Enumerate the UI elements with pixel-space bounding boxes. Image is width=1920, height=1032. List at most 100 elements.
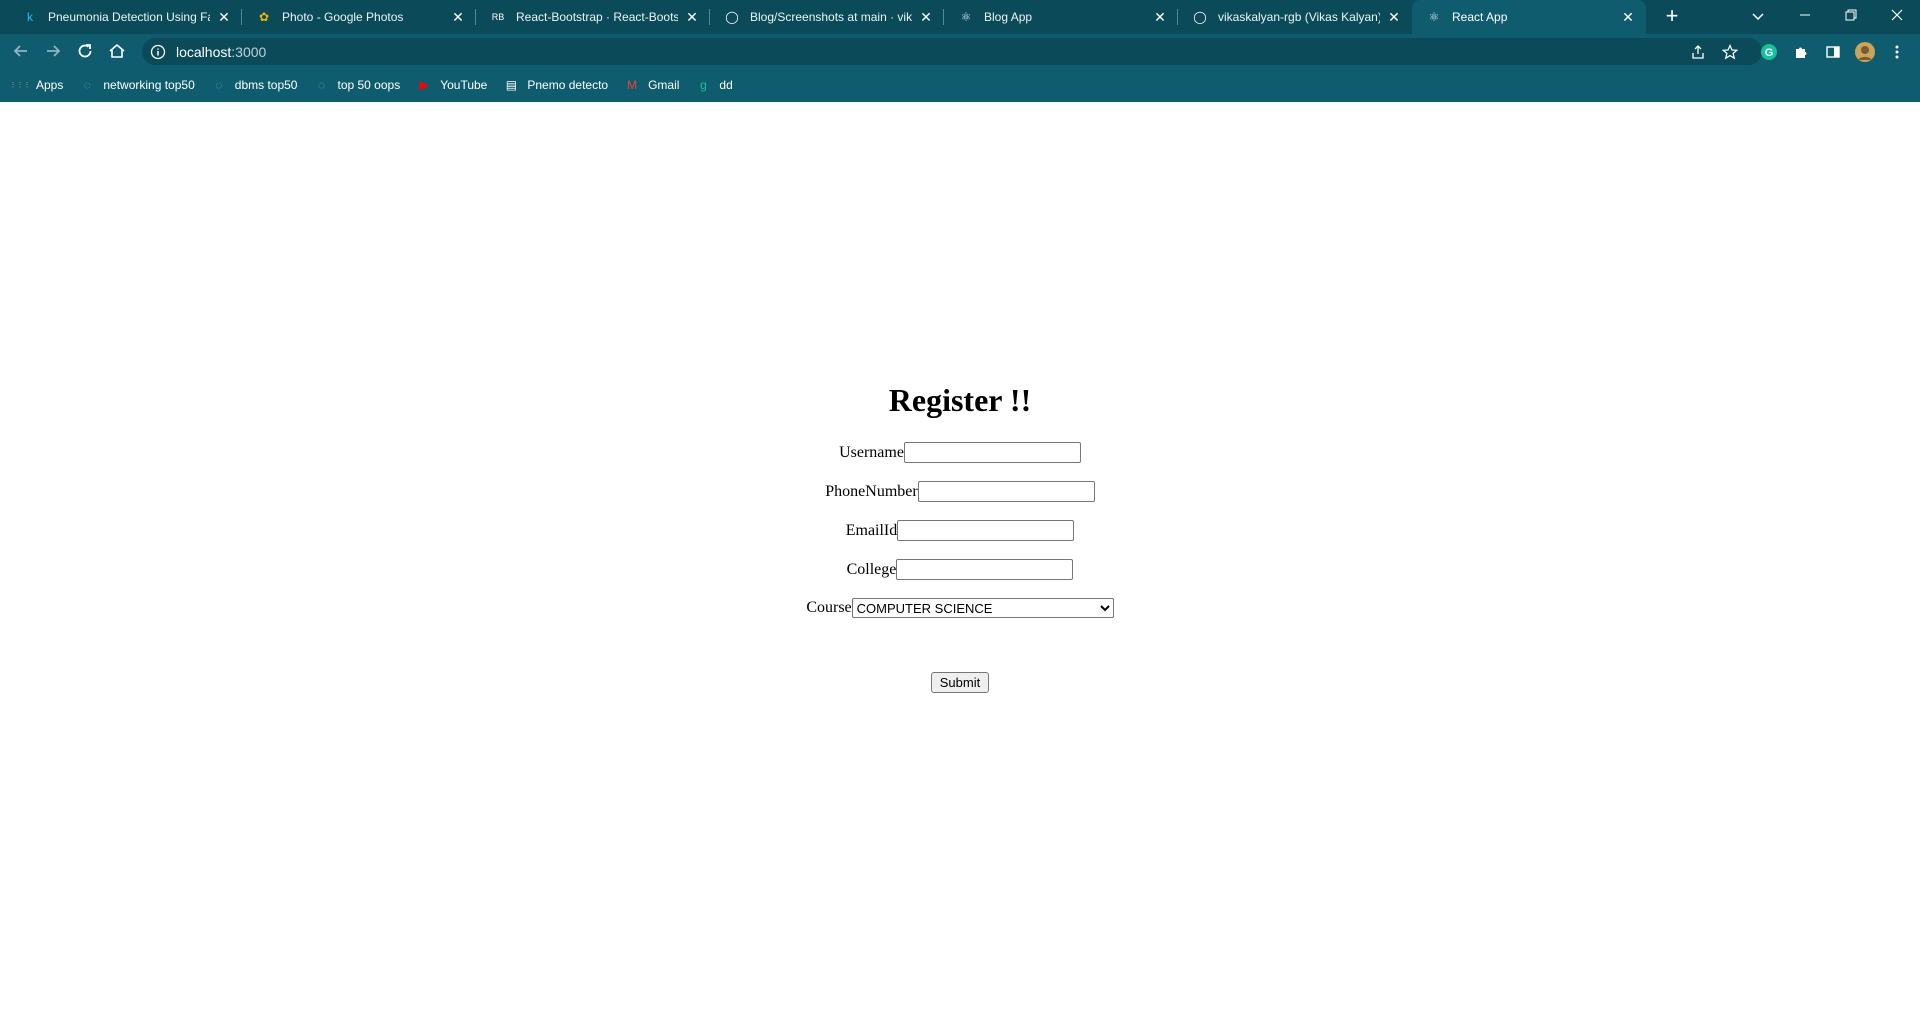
browser-menu-icon[interactable] <box>1886 41 1908 63</box>
tab-search-chevron-icon[interactable] <box>1748 6 1768 26</box>
close-tab-icon[interactable]: ✕ <box>918 9 934 25</box>
grammarly-icon: g <box>700 78 707 92</box>
minimize-button[interactable] <box>1782 0 1828 30</box>
browser-tab[interactable]: ⚛ Blog App ✕ <box>944 0 1178 34</box>
close-tab-icon[interactable]: ✕ <box>684 9 700 25</box>
close-tab-icon[interactable]: ✕ <box>1620 9 1636 25</box>
new-tab-button[interactable]: + <box>1660 5 1684 29</box>
browser-chrome: k Pneumonia Detection Using Fast ✕ ✿ Photo -… <box>0 0 1920 102</box>
bookmark-item[interactable]: ⋮⋮⋮ Apps <box>9 77 64 93</box>
bookmark-label: YouTube <box>440 78 488 92</box>
phone-label: PhoneNumber <box>825 482 918 500</box>
bookmark-page-icon: ◌ <box>215 78 223 92</box>
browser-tab[interactable]: ⚛ React App ✕ <box>1412 0 1646 34</box>
username-row: Username <box>0 442 1920 463</box>
close-tab-icon[interactable]: ✕ <box>450 9 466 25</box>
page-title: Register !! <box>888 382 1032 418</box>
extensions-puzzle-icon[interactable] <box>1790 41 1812 63</box>
address-host: localhost <box>176 43 232 60</box>
bookmark-label: Gmail <box>648 78 680 92</box>
browser-tab[interactable]: RB React-Bootstrap · React-Bootstrap ✕ <box>476 0 710 34</box>
browser-tab[interactable]: ◯ Blog/Screenshots at main · vikas ✕ <box>710 0 944 34</box>
tab-title: vikaskalyan-rgb (Vikas Kalyan) <box>1218 10 1380 24</box>
college-row: College <box>0 559 1920 580</box>
address-port: :3000 <box>231 43 267 60</box>
email-label: EmailId <box>845 521 898 539</box>
github-icon: ◯ <box>1193 10 1207 24</box>
course-row: Course COMPUTER SCIENCE <box>0 598 1920 618</box>
bookmark-label: networking top50 <box>103 78 195 92</box>
close-window-button[interactable] <box>1874 0 1920 30</box>
bookmark-page-icon: ◌ <box>83 78 91 92</box>
tab-title: Blog App <box>984 10 1033 24</box>
bookmarks-bar: ⋮⋮⋮ Apps ◌ networking top50 ◌ dbms top50 ◌ top … <box>0 72 1920 98</box>
close-tab-icon[interactable]: ✕ <box>1386 9 1402 25</box>
bookmark-item[interactable]: ◌ dbms top50 <box>211 77 298 93</box>
bookmark-page-icon: ◌ <box>317 78 326 92</box>
svg-text:G: G <box>1765 47 1774 59</box>
tab-separator <box>475 9 476 25</box>
tab-title: Pneumonia Detection Using Fast <box>48 10 210 24</box>
tab-separator <box>709 9 710 25</box>
username-label: Username <box>839 443 904 461</box>
home-icon[interactable] <box>105 39 129 63</box>
share-icon[interactable] <box>1687 41 1709 63</box>
college-input[interactable] <box>896 559 1074 580</box>
gmail-icon: M <box>627 78 638 92</box>
back-arrow-icon[interactable] <box>9 39 33 63</box>
tab-strip: k Pneumonia Detection Using Fast ✕ ✿ Photo -… <box>0 0 1920 34</box>
bookmark-star-icon[interactable] <box>1719 41 1741 63</box>
tab-title: Photo - Google Photos <box>282 10 404 24</box>
close-tab-icon[interactable]: ✕ <box>216 9 232 25</box>
bookmark-item[interactable]: M Gmail <box>624 77 679 93</box>
grammarly-extension-icon[interactable]: G <box>1758 41 1780 63</box>
tab-separator <box>1177 9 1178 25</box>
react-icon: ⚛ <box>960 10 972 24</box>
email-row: EmailId <box>0 520 1920 541</box>
phone-row: PhoneNumber <box>0 481 1920 502</box>
github-icon: ◯ <box>725 10 739 24</box>
bookmark-item[interactable]: g dd <box>695 77 733 93</box>
bookmark-label: Pnemo detecto <box>527 78 609 92</box>
youtube-icon: ▶ <box>419 78 429 92</box>
profile-avatar[interactable] <box>1854 41 1876 63</box>
submit-button[interactable]: Submit <box>931 672 989 693</box>
browser-tab[interactable]: k Pneumonia Detection Using Fast ✕ <box>8 0 242 34</box>
tab-separator <box>241 9 242 25</box>
browser-tab[interactable]: ◯ vikaskalyan-rgb (Vikas Kalyan) ✕ <box>1178 0 1412 34</box>
kaggle-k-icon: k <box>27 10 33 24</box>
bookmark-item[interactable]: ◌ top 50 oops <box>313 77 400 93</box>
bookmark-label: Apps <box>36 78 64 92</box>
bookmark-label: top 50 oops <box>337 78 401 92</box>
college-label: College <box>846 560 897 578</box>
document-icon: ▤ <box>505 78 518 92</box>
address-url[interactable]: localhost:3000 <box>176 44 266 60</box>
phone-input[interactable] <box>917 481 1095 502</box>
google-photos-icon: ✿ <box>258 10 270 24</box>
react-bootstrap-icon: RB <box>491 12 505 22</box>
site-info-icon[interactable] <box>150 44 166 60</box>
close-tab-icon[interactable]: ✕ <box>1152 9 1168 25</box>
username-input[interactable] <box>903 442 1081 463</box>
tab-title: React App <box>1452 10 1508 24</box>
course-label: Course <box>806 599 852 616</box>
course-select[interactable]: COMPUTER SCIENCE <box>851 598 1114 618</box>
address-bar[interactable]: localhost:3000 <box>142 38 1762 65</box>
apps-grid-icon: ⋮⋮⋮ <box>9 82 31 89</box>
email-input[interactable] <box>897 520 1075 541</box>
bookmark-item[interactable]: ▤ Pnemo detecto <box>503 77 608 93</box>
bookmark-label: dbms top50 <box>234 78 298 92</box>
browser-tab[interactable]: ✿ Photo - Google Photos ✕ <box>242 0 476 34</box>
tab-separator <box>943 9 944 25</box>
page-content: Register !! Username PhoneNumber EmailId… <box>0 102 1920 1032</box>
restore-button[interactable] <box>1828 0 1874 30</box>
bookmark-item[interactable]: ◌ networking top50 <box>79 77 195 93</box>
bookmark-label: dd <box>719 78 733 92</box>
forward-arrow-icon[interactable] <box>41 39 65 63</box>
bookmark-item[interactable]: ▶ YouTube <box>416 77 488 93</box>
reload-icon[interactable] <box>73 39 97 63</box>
side-panel-icon[interactable] <box>1822 41 1844 63</box>
react-icon: ⚛ <box>1428 10 1440 24</box>
tab-title: React-Bootstrap · React-Bootstrap <box>516 10 678 24</box>
tab-title: Blog/Screenshots at main · vikas <box>750 10 912 24</box>
